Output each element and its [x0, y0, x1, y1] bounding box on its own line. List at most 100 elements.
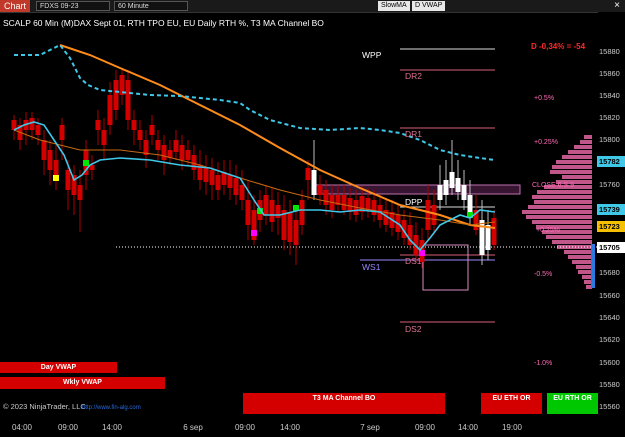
candle-body [137, 130, 143, 140]
price-tick: 15820 [599, 113, 620, 122]
candle-body [245, 200, 251, 225]
volume-profile [522, 135, 592, 289]
candle-body [263, 195, 269, 215]
candle-body [275, 205, 281, 218]
profile-row [572, 260, 592, 264]
candle-body [425, 200, 431, 230]
profile-row [534, 200, 592, 204]
candle-body [437, 185, 443, 200]
candle-body [317, 185, 323, 195]
price-tick: 15560 [599, 402, 620, 411]
profile-row [526, 215, 592, 219]
candle-body [107, 95, 113, 125]
candle-body [155, 140, 161, 150]
candle-body [341, 195, 347, 210]
or-box [422, 244, 469, 291]
time-tick: 14:00 [457, 423, 479, 432]
price-tick: 15840 [599, 91, 620, 100]
profile-row [552, 240, 592, 244]
copyright: © 2023 NinjaTrader, LLC [3, 402, 86, 411]
candle-body [347, 198, 353, 212]
time-tick: 14:00 [101, 423, 123, 432]
price-tick: 15640 [599, 313, 620, 322]
url-watermark: http://www.fin-alg.com [82, 405, 141, 411]
profile-row [564, 250, 592, 254]
candle-body [113, 80, 119, 110]
candle-body [131, 120, 137, 130]
candle-body [311, 170, 317, 195]
current-bar-marker [591, 244, 595, 288]
price-tick: 15800 [599, 135, 620, 144]
candle-body [485, 225, 491, 250]
profile-row [562, 155, 592, 159]
signal-marker [83, 160, 89, 166]
ds1-label: DS1 [405, 256, 422, 266]
candle-body [203, 168, 209, 182]
candles [11, 68, 497, 268]
profile-row [557, 245, 592, 249]
candle-body [53, 160, 59, 175]
candle-body [269, 200, 275, 222]
candle-body [179, 145, 185, 160]
signal-marker [251, 230, 257, 236]
day-vwap-price-tag: 15739 [597, 204, 625, 215]
ma-price-tag: 15723 [597, 221, 625, 232]
profile-row [580, 140, 592, 144]
candle-body [77, 185, 83, 200]
candle-body [455, 178, 461, 192]
candle-body [65, 170, 71, 190]
price-tick: 15860 [599, 69, 620, 78]
candle-body [125, 80, 131, 120]
close-label: CLOSE 6.S.9 [532, 182, 575, 189]
day-vwap-indicator[interactable]: Day VWAP [0, 362, 117, 373]
profile-row [537, 190, 592, 194]
profile-row [552, 165, 592, 169]
profile-row [578, 270, 592, 274]
candle-body [173, 140, 179, 152]
t3-channel-indicator[interactable]: T3 MA Channel BO [243, 393, 445, 414]
pct-label: +0.5% [534, 95, 555, 102]
profile-row [550, 170, 592, 174]
time-tick: 19:00 [501, 423, 523, 432]
eu-rth-or-indicator[interactable]: EU RTH OR [547, 393, 598, 414]
dpp-label: DPP [405, 197, 423, 207]
daily-change: D -0,34% = -54 [531, 42, 586, 51]
candle-body [41, 140, 47, 160]
candle-body [305, 168, 311, 180]
profile-row [562, 175, 592, 179]
profile-row [532, 195, 592, 199]
profile-row [522, 210, 592, 214]
candle-body [449, 172, 455, 188]
time-tick: 04:00 [11, 423, 33, 432]
profile-row [556, 160, 592, 164]
candle-body [149, 125, 155, 135]
price-tick: 15760 [599, 180, 620, 189]
dr1-label: DR1 [405, 129, 423, 139]
signal-marker [53, 175, 59, 181]
time-tick: 14:00 [279, 423, 301, 432]
candle-body [287, 212, 293, 242]
time-tick: 09:00 [57, 423, 79, 432]
ws1-label: WS1 [362, 262, 381, 272]
pct-label: +0.25% [536, 227, 560, 234]
candle-body [239, 185, 245, 200]
ds2-label: DS2 [405, 324, 422, 334]
candle-body [461, 185, 467, 200]
wpp-label: WPP [362, 50, 382, 60]
candle-body [323, 190, 329, 205]
candle-body [101, 130, 107, 145]
eu-eth-or-indicator[interactable]: EU ETH OR [481, 393, 542, 414]
candle-body [227, 175, 233, 188]
pct-label: +0.25% [534, 139, 558, 146]
wkly-vwap-indicator[interactable]: Wkly VWAP [0, 377, 165, 389]
profile-row [532, 220, 592, 224]
last-price-tag: 15705 [597, 242, 625, 253]
chart-caption: SCALP 60 Min (M)DAX Sept 01, RTH TPO EU,… [3, 18, 324, 28]
pct-label: -0.5% [534, 271, 553, 278]
candle-body [299, 200, 305, 225]
candle-body [371, 200, 377, 215]
price-tick: 15620 [599, 335, 620, 344]
candle-body [365, 198, 371, 210]
candle-body [161, 145, 167, 160]
candle-body [191, 155, 197, 170]
